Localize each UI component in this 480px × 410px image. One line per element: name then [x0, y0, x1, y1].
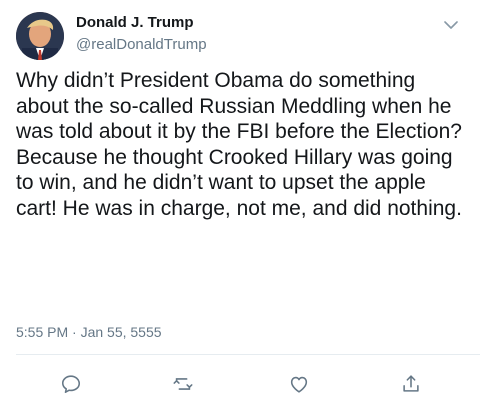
tweet-actions: [0, 368, 480, 400]
tweet-card: Donald J. Trump @realDonaldTrump Why did…: [0, 0, 480, 410]
avatar-image: [16, 12, 64, 60]
tweet-timestamp[interactable]: 5:55 PM · Jan 55, 5555: [16, 324, 162, 340]
author-handle[interactable]: @realDonaldTrump: [76, 36, 207, 53]
divider: [16, 354, 480, 355]
retweet-button[interactable]: [167, 368, 199, 400]
author-name[interactable]: Donald J. Trump: [76, 14, 194, 31]
retweet-icon: [173, 378, 193, 390]
share-button[interactable]: [395, 368, 427, 400]
chevron-down-icon[interactable]: [440, 14, 462, 36]
like-button[interactable]: [283, 368, 315, 400]
reply-icon: [61, 375, 81, 394]
avatar[interactable]: [16, 12, 64, 60]
tweet-text: Why didn’t President Obama do something …: [16, 69, 462, 220]
heart-icon: [290, 376, 308, 393]
reply-button[interactable]: [55, 368, 87, 400]
share-icon: [403, 375, 419, 392]
